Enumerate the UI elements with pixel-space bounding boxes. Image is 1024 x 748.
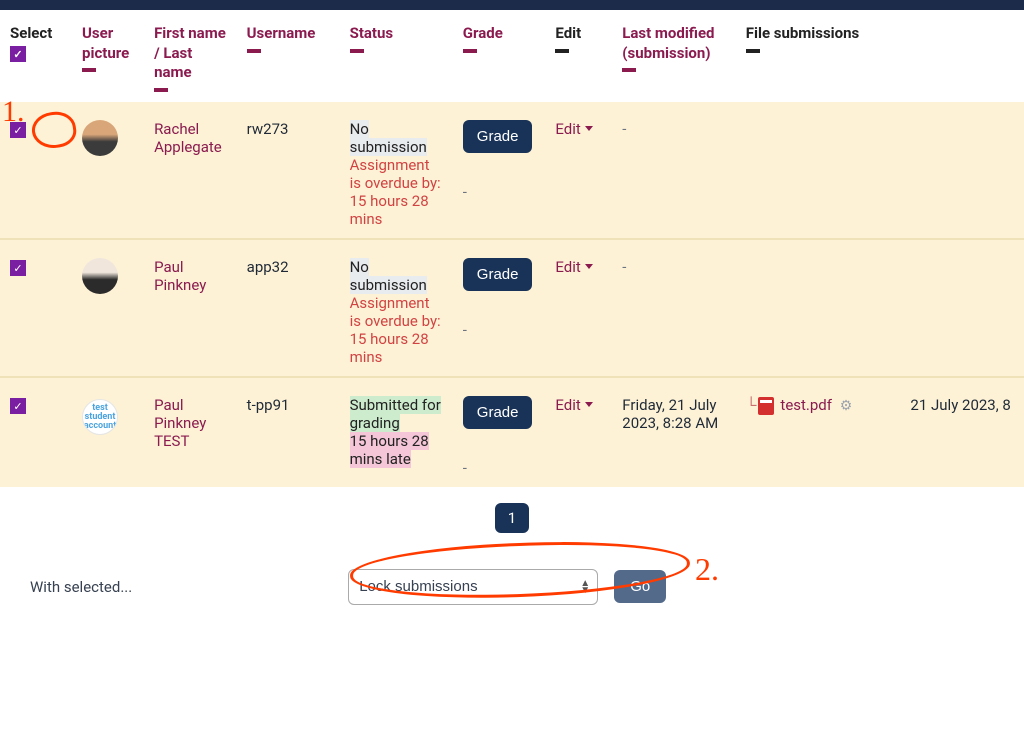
- student-name-link[interactable]: Rachel Applegate: [154, 120, 222, 156]
- status-cell: Submitted for grading 15 hours 28 mins l…: [340, 377, 453, 487]
- header-modified[interactable]: Last modified (submission): [612, 10, 735, 102]
- sort-dash-icon: [555, 49, 569, 53]
- page-current[interactable]: 1: [495, 503, 529, 533]
- header-edit[interactable]: Edit: [545, 10, 612, 102]
- chevron-down-icon: [585, 402, 593, 407]
- header-name[interactable]: First name / Last name: [144, 10, 237, 102]
- sort-dash-icon: [247, 49, 261, 53]
- status-no-submission: No submission: [350, 120, 427, 156]
- chevron-down-icon: [585, 126, 593, 131]
- header-status[interactable]: Status: [340, 10, 453, 102]
- grade-button[interactable]: Grade: [463, 120, 533, 153]
- grade-button[interactable]: Grade: [463, 396, 533, 429]
- avatar[interactable]: [82, 258, 118, 294]
- pager: 1: [0, 487, 1024, 549]
- header-picture[interactable]: User picture: [72, 10, 144, 102]
- modified-cell: Friday, 21 July 2023, 8:28 AM: [612, 377, 735, 487]
- grading-table: Select ✓ User picture First name / Last …: [0, 10, 1024, 487]
- edit-menu[interactable]: Edit: [555, 396, 592, 414]
- sort-dash-icon: [622, 68, 636, 72]
- header-username[interactable]: Username: [237, 10, 340, 102]
- table-row: ✓ Rachel Applegate rw273 No submission A…: [0, 102, 1024, 239]
- student-name-link[interactable]: Paul Pinkney TEST: [154, 396, 206, 450]
- edit-menu[interactable]: Edit: [555, 120, 592, 138]
- bulk-label: With selected...: [30, 578, 132, 596]
- status-overdue: Assignment is overdue by: 15 hours 28 mi…: [350, 156, 441, 228]
- header-modified-label: Last modified (submission): [622, 24, 714, 62]
- row-checkbox[interactable]: ✓: [10, 122, 26, 138]
- file-link[interactable]: test.pdf: [780, 396, 832, 414]
- sort-dash-icon: [154, 88, 168, 92]
- app-topbar: [0, 0, 1024, 10]
- status-overdue: Assignment is overdue by: 15 hours 28 mi…: [350, 294, 441, 366]
- header-select-label: Select: [10, 24, 52, 42]
- sort-dash-icon: [746, 49, 760, 53]
- header-status-label: Status: [350, 24, 394, 42]
- modified-cell: -: [612, 102, 735, 239]
- files-cell: [736, 102, 901, 239]
- grade-value: -: [463, 183, 536, 201]
- header-extra: [900, 10, 1024, 102]
- bulk-action-row: With selected... Lock submissions ▲▼ Go …: [0, 549, 1024, 635]
- header-username-label: Username: [247, 24, 316, 42]
- status-no-submission: No submission: [350, 258, 427, 294]
- files-cell: [736, 239, 901, 377]
- edit-menu[interactable]: Edit: [555, 258, 592, 276]
- extra-cell: [900, 102, 1024, 239]
- chevron-down-icon: [585, 264, 593, 269]
- extra-cell: 21 July 2023, 8: [900, 377, 1024, 487]
- row-checkbox[interactable]: ✓: [10, 398, 26, 414]
- avatar[interactable]: [82, 120, 118, 156]
- select-all-checkbox[interactable]: ✓: [10, 46, 26, 62]
- status-cell: No submission Assignment is overdue by: …: [340, 102, 453, 239]
- status-late: 15 hours 28 mins late: [350, 432, 429, 468]
- header-grade[interactable]: Grade: [453, 10, 546, 102]
- header-files[interactable]: File submissions: [736, 10, 901, 102]
- gear-icon[interactable]: ⚙: [840, 398, 853, 414]
- edit-label: Edit: [555, 396, 580, 414]
- grading-table-wrap: Select ✓ User picture First name / Last …: [0, 10, 1024, 487]
- modified-cell: -: [612, 239, 735, 377]
- username-cell: app32: [237, 239, 340, 377]
- sort-dash-icon: [463, 49, 477, 53]
- status-cell: No submission Assignment is overdue by: …: [340, 239, 453, 377]
- header-edit-label: Edit: [555, 24, 581, 42]
- extra-cell: [900, 239, 1024, 377]
- grade-value: -: [463, 321, 536, 339]
- grade-value: -: [463, 459, 536, 477]
- status-submitted: Submitted for grading: [350, 396, 441, 432]
- sort-dash-icon: [350, 49, 364, 53]
- header-files-label: File submissions: [746, 24, 859, 42]
- annotation-2-label: 2.: [695, 551, 719, 588]
- grade-button[interactable]: Grade: [463, 258, 533, 291]
- edit-label: Edit: [555, 120, 580, 138]
- header-grade-label: Grade: [463, 24, 503, 42]
- edit-label: Edit: [555, 258, 580, 276]
- header-select[interactable]: Select ✓: [0, 10, 72, 102]
- tree-prefix-icon: └: [746, 396, 757, 414]
- files-cell: └ test.pdf ⚙: [736, 377, 901, 487]
- table-row: ✓ Paul Pinkney app32 No submission Assig…: [0, 239, 1024, 377]
- sort-dash-icon: [82, 68, 96, 72]
- header-picture-label: User picture: [82, 24, 129, 62]
- header-name-label: First name / Last name: [154, 24, 226, 81]
- pdf-icon: [758, 397, 774, 415]
- username-cell: rw273: [237, 102, 340, 239]
- avatar[interactable]: test student account: [82, 399, 118, 435]
- student-name-link[interactable]: Paul Pinkney: [154, 258, 206, 294]
- username-cell: t-pp91: [237, 377, 340, 487]
- table-row: ✓ test student account Paul Pinkney TEST…: [0, 377, 1024, 487]
- row-checkbox[interactable]: ✓: [10, 260, 26, 276]
